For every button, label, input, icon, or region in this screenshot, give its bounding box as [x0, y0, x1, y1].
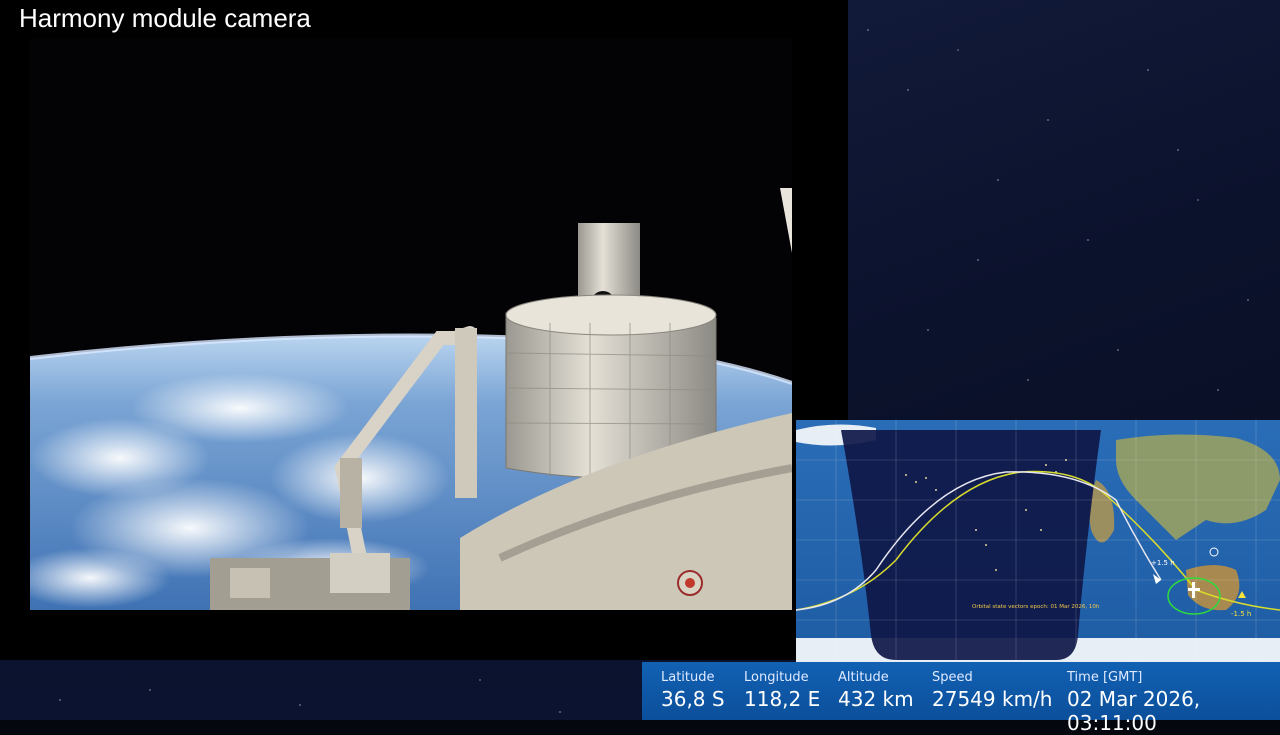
longitude-value: 118,2 E	[744, 687, 821, 711]
telemetry-longitude: Longitude 118,2 E	[744, 670, 820, 711]
world-map: +1.5 h -1.5 h Orbital state vectors epoc…	[796, 420, 1280, 662]
speed-value: 27549 km/h	[932, 687, 1053, 711]
camera-feed-frame: Harmony module camera	[0, 0, 848, 660]
latitude-label: Latitude	[661, 670, 715, 685]
marker-plus-label: +1.5 h	[1151, 559, 1175, 567]
time-label: Time [GMT]	[1067, 670, 1143, 685]
camera-scene	[30, 38, 792, 610]
camera-title: Harmony module camera	[19, 3, 311, 33]
telemetry-altitude: Altitude 432 km	[838, 670, 914, 711]
ground-track-map: +1.5 h -1.5 h Orbital state vectors epoc…	[796, 420, 1280, 662]
marker-minus-label: -1.5 h	[1231, 610, 1251, 618]
telemetry-bar: Latitude 36,8 S Longitude 118,2 E Altitu…	[642, 662, 1280, 735]
time-value: 02 Mar 2026, 03:11:00	[1067, 687, 1201, 735]
night-shade	[841, 430, 1101, 660]
telemetry-latitude: Latitude 36,8 S	[661, 670, 725, 711]
altitude-value: 432 km	[838, 687, 914, 711]
altitude-label: Altitude	[838, 670, 889, 685]
speed-label: Speed	[932, 670, 973, 685]
telemetry-time: Time [GMT] 02 Mar 2026, 03:11:00	[1067, 670, 1280, 735]
starfield-panel	[848, 0, 1280, 420]
telemetry-speed: Speed 27549 km/h	[932, 670, 1052, 711]
epoch-label: Orbital state vectors epoch: 01 Mar 2026…	[972, 604, 1100, 610]
longitude-label: Longitude	[744, 670, 809, 685]
camera-view	[30, 38, 792, 610]
latitude-value: 36,8 S	[661, 687, 725, 711]
